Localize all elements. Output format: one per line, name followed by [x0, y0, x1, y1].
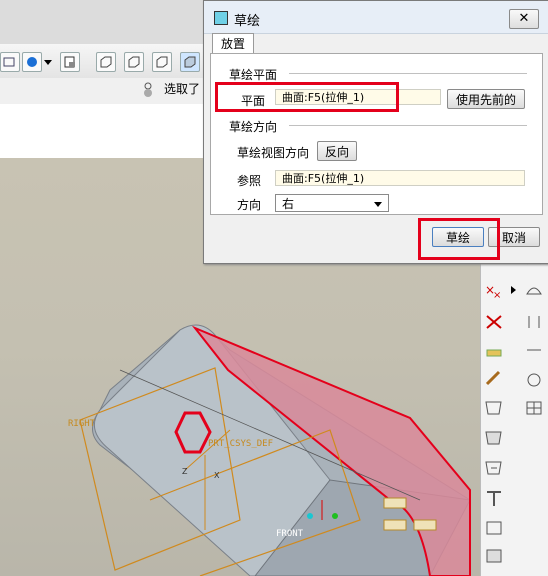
round-icon[interactable] — [483, 488, 505, 508]
datum-axis-icon[interactable] — [483, 340, 505, 360]
close-button[interactable]: ✕ — [509, 9, 539, 29]
sketch-button-highlight-box — [418, 218, 500, 260]
datum-point-icon[interactable]: × × — [483, 280, 505, 300]
right-toolbar: × × — [480, 240, 548, 576]
datum-label-right: RIGHT — [68, 419, 96, 429]
pattern-icon[interactable] — [523, 370, 545, 390]
orientation-select[interactable]: 右 — [275, 194, 389, 212]
hole-icon[interactable] — [523, 340, 545, 360]
orientation-label: 方向 — [237, 198, 262, 212]
placement-panel: 草绘平面 平面 曲面:F5(拉伸_1) 使用先前的 草绘方向 草绘视图方向 反向… — [210, 53, 543, 215]
tab-placement[interactable]: 放置 — [212, 33, 254, 54]
sketch-plane-icon[interactable] — [483, 398, 505, 418]
reference-label: 参照 — [237, 174, 262, 188]
section-divider — [289, 73, 527, 74]
chevron-right-icon[interactable] — [511, 286, 516, 294]
orientation-value: 右 — [282, 197, 295, 211]
view-direction-label: 草绘视图方向 — [237, 146, 310, 160]
surface-icon[interactable] — [523, 280, 545, 300]
orientation-section-label: 草绘方向 — [229, 120, 278, 134]
datum-label-front: FRONT — [276, 529, 304, 539]
grid-icon[interactable] — [523, 398, 545, 418]
plane-highlight-box — [215, 82, 399, 112]
offset-icon[interactable] — [483, 458, 505, 478]
section-divider-2 — [289, 125, 527, 126]
sketch-icon — [214, 11, 228, 25]
datum-plane-icon[interactable] — [483, 428, 505, 448]
chevron-down-icon — [374, 202, 382, 207]
dialog-titlebar[interactable]: 草绘 ✕ — [204, 1, 548, 34]
use-previous-button[interactable]: 使用先前的 — [447, 89, 525, 109]
shell-icon[interactable] — [483, 518, 505, 538]
csys-label: PRT_CSYS_DEF — [208, 439, 273, 449]
axis-x-label: X — [214, 471, 220, 480]
svg-text:×: × — [493, 290, 501, 300]
sketch-plane-section-label: 草绘平面 — [229, 68, 278, 82]
draft-icon[interactable] — [483, 546, 505, 566]
trim-icon[interactable] — [523, 312, 545, 332]
datum-csys-icon[interactable] — [483, 312, 505, 332]
reference-field[interactable]: 曲面:F5(拉伸_1) — [275, 170, 525, 186]
flip-button[interactable]: 反向 — [317, 141, 357, 161]
dialog-title: 草绘 — [234, 14, 261, 29]
chain-icon[interactable] — [483, 368, 505, 388]
axis-z-label: Z — [182, 467, 188, 476]
